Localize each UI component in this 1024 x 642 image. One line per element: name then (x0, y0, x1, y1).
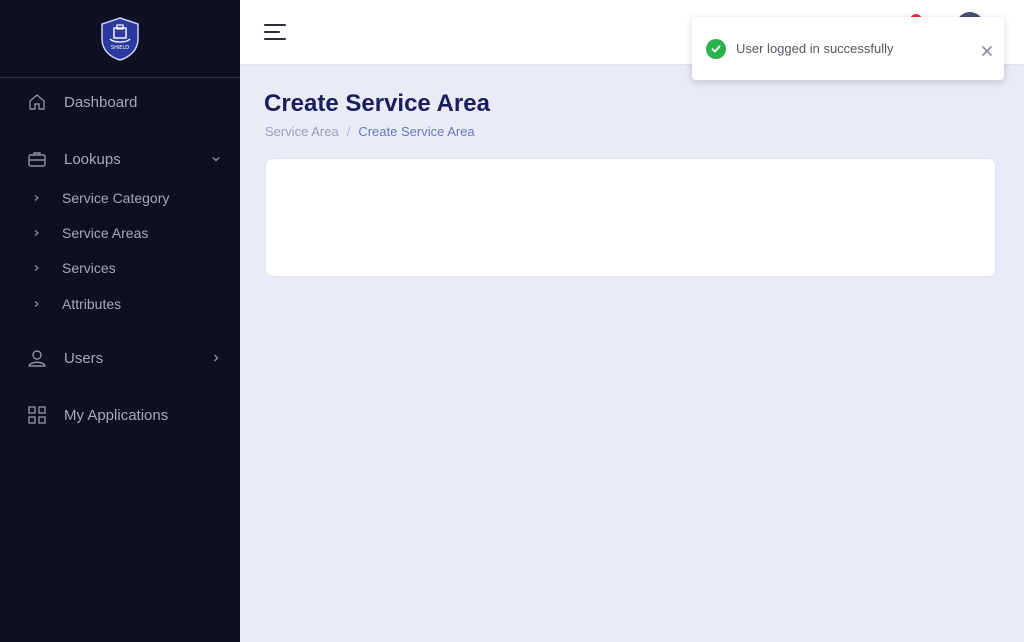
briefcase-icon (26, 148, 48, 170)
sidebar: SHIELD Dashboard Lookups Service Categor… (0, 0, 240, 642)
shield-logo: SHIELD (101, 16, 139, 61)
sidebar-item-users[interactable]: Users (0, 346, 240, 370)
sidebar-item-lookups[interactable]: Lookups (0, 147, 240, 171)
sidebar-item-label: My Applications (64, 406, 169, 424)
breadcrumb-separator: / (346, 124, 351, 139)
sidebar-item-label: Lookups (64, 150, 121, 168)
sidebar-subitem-label: Attributes (62, 296, 122, 312)
sidebar-subitem-service-category[interactable]: Service Category (0, 186, 240, 210)
breadcrumb-current: Create Service Area (358, 124, 475, 139)
page-title: Create Service Area (264, 90, 490, 117)
check-circle-icon (706, 39, 726, 59)
sidebar-subitem-label: Services (62, 260, 116, 276)
logo-area: SHIELD (0, 0, 240, 78)
sidebar-subitem-attributes[interactable]: Attributes (0, 292, 240, 316)
sidebar-item-dashboard[interactable]: Dashboard (0, 90, 240, 114)
chevron-right-icon (32, 228, 42, 238)
success-toast: User logged in successfully (692, 17, 1004, 80)
chevron-right-icon (32, 299, 42, 309)
user-icon (26, 347, 48, 369)
chevron-right-icon (32, 193, 42, 203)
toast-message: User logged in successfully (736, 41, 894, 56)
sidebar-subitem-label: Service Areas (62, 225, 149, 241)
grid-icon (26, 404, 48, 426)
chevron-right-icon (210, 352, 222, 364)
sidebar-item-label: Dashboard (64, 93, 138, 111)
sidebar-item-label: Users (64, 349, 104, 367)
form-card (265, 158, 996, 277)
sidebar-item-my-applications[interactable]: My Applications (0, 403, 240, 427)
home-icon (26, 91, 48, 113)
chevron-down-icon (210, 153, 222, 165)
breadcrumb: Service Area / Create Service Area (265, 124, 475, 139)
svg-text:SHIELD: SHIELD (111, 45, 129, 51)
sidebar-subitem-services[interactable]: Services (0, 256, 240, 280)
sidebar-subitem-service-areas[interactable]: Service Areas (0, 221, 240, 245)
chevron-right-icon (32, 263, 42, 273)
close-icon[interactable] (981, 44, 993, 56)
breadcrumb-link-service-area[interactable]: Service Area (265, 124, 339, 139)
sidebar-subitem-label: Service Category (62, 190, 170, 206)
hamburger-menu-icon[interactable] (264, 22, 286, 42)
